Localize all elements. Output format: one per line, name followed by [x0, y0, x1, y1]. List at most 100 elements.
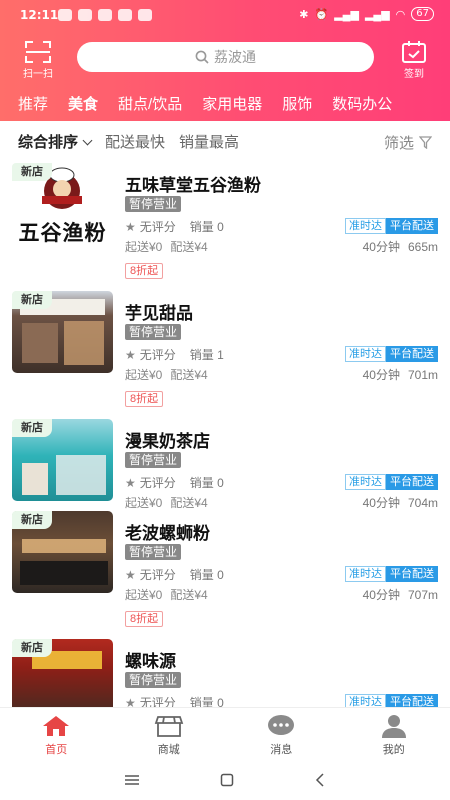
store-list: 五谷渔粉 新店 五味草堂五谷渔粉 暂停营业 ★ 无评分 销量 0 准时达 平台配送 起…	[0, 161, 450, 707]
store-name: 漫果奶茶店	[125, 432, 210, 451]
bottom-nav: 首页 商城 消息 我的	[0, 707, 450, 759]
store-item[interactable]: 新店 螺味源 暂停营业 ★ 无评分 销量 0 准时达 平台配送	[0, 639, 450, 707]
delivery-info: 起送¥0 配送¥4	[125, 586, 208, 603]
nav-profile[interactable]: 我的	[338, 708, 450, 759]
scan-icon	[25, 41, 51, 63]
nav-home[interactable]: 首页	[0, 708, 113, 759]
rating-text: 无评分	[139, 696, 176, 707]
nav-profile-label: 我的	[382, 744, 405, 756]
notification-icons	[58, 9, 152, 21]
app-notif-icon	[138, 9, 152, 21]
tab-food[interactable]: 美食	[58, 93, 108, 114]
rating-text: 无评分	[139, 568, 176, 582]
sales-count: 销量 0	[189, 476, 224, 490]
app-notif-icon	[118, 9, 132, 21]
sort-default[interactable]: 综合排序	[18, 131, 93, 152]
star-icon: ★	[125, 348, 136, 362]
sort-default-label: 综合排序	[18, 133, 79, 151]
min-order: 起送¥0	[125, 240, 163, 254]
store-rating: ★ 无评分 销量 0	[125, 694, 224, 707]
delivery-badges: 准时达 平台配送	[345, 346, 438, 362]
ontime-badge: 准时达	[345, 694, 386, 707]
eta-info: 40分钟 701m	[363, 366, 438, 383]
ontime-badge: 准时达	[345, 346, 386, 362]
store-item[interactable]: 新店 漫果奶茶店 暂停营业 ★ 无评分 销量 0 准时达 平台配送 起送¥0 配送¥4 …	[0, 419, 450, 511]
nav-home-label: 首页	[45, 744, 68, 756]
eta-info: 40分钟 704m	[363, 494, 438, 511]
tab-clothing[interactable]: 服饰	[272, 93, 322, 114]
new-store-tag: 新店	[12, 163, 52, 181]
store-icon	[154, 716, 183, 737]
filter-button[interactable]: 筛选	[384, 132, 432, 153]
sales-count: 销量 0	[189, 696, 224, 707]
min-order: 起送¥0	[125, 496, 163, 510]
funnel-icon	[419, 136, 432, 149]
tab-digital[interactable]: 数码办公	[322, 93, 402, 114]
status-badge: 暂停营业	[125, 452, 182, 468]
app-notif-icon	[98, 9, 112, 21]
eta-info: 40分钟 665m	[363, 238, 438, 255]
delivery-badges: 准时达 平台配送	[345, 694, 438, 707]
star-icon: ★	[125, 476, 136, 490]
platform-badge: 平台配送	[386, 474, 438, 490]
discount-tag: 8折起	[125, 263, 164, 279]
platform-badge: 平台配送	[386, 694, 438, 707]
battery-icon: 67	[411, 7, 434, 21]
store-rating: ★ 无评分 销量 0	[125, 474, 224, 491]
home-square-icon[interactable]	[220, 773, 234, 787]
discount-tag: 8折起	[125, 611, 164, 627]
store-item[interactable]: 五谷渔粉 新店 五味草堂五谷渔粉 暂停营业 ★ 无评分 销量 0 准时达 平台配送 起…	[0, 163, 450, 281]
delivery-info: 起送¥0 配送¥4	[125, 366, 208, 383]
distance: 665m	[407, 240, 438, 254]
ontime-badge: 准时达	[345, 566, 386, 582]
store-name: 五味草堂五谷渔粉	[125, 176, 261, 195]
filter-label: 筛选	[383, 135, 414, 152]
distance: 701m	[407, 368, 438, 382]
status-badge: 暂停营业	[125, 672, 182, 688]
sort-sales[interactable]: 销量最高	[179, 131, 239, 152]
nav-mall[interactable]: 商城	[113, 708, 226, 759]
new-store-tag: 新店	[12, 511, 52, 529]
status-time: 12:11	[20, 8, 59, 22]
alarm-icon: ⏰	[314, 8, 329, 21]
min-order: 起送¥0	[125, 588, 163, 602]
status-badge: 暂停营业	[125, 324, 182, 340]
home-icon	[43, 716, 70, 736]
app-notif-icon	[78, 9, 92, 21]
bluetooth-icon: ✱	[299, 8, 309, 21]
delivery-badges: 准时达 平台配送	[345, 218, 438, 234]
signin-label: 签到	[404, 69, 424, 80]
delivery-time: 40分钟	[362, 368, 400, 382]
signin-button[interactable]: 签到	[394, 40, 434, 80]
tab-recommend[interactable]: 推荐	[0, 93, 58, 114]
tab-desserts[interactable]: 甜点/饮品	[108, 93, 192, 114]
tab-appliances[interactable]: 家用电器	[192, 93, 272, 114]
min-order: 起送¥0	[125, 368, 163, 382]
scan-button[interactable]: 扫一扫	[18, 40, 58, 80]
search-input[interactable]: 荔波通	[77, 42, 374, 72]
platform-badge: 平台配送	[386, 218, 438, 234]
menu-icon[interactable]	[124, 774, 140, 786]
store-name: 芋见甜品	[125, 304, 193, 323]
rating-text: 无评分	[139, 348, 176, 362]
back-icon[interactable]	[314, 772, 326, 787]
store-logo-text: 五谷渔粉	[18, 220, 107, 245]
status-bar: 12:11 ✱ ⏰ ▂▄▆ ▂▄▆ ◠ 67	[0, 0, 450, 30]
delivery-fee: 配送¥4	[170, 368, 208, 382]
sort-bar: 综合排序 配送最快 销量最高 筛选	[0, 121, 450, 161]
sort-fastest[interactable]: 配送最快	[105, 131, 165, 152]
delivery-info: 起送¥0 配送¥4	[125, 494, 208, 511]
store-item[interactable]: 新店 芋见甜品 暂停营业 ★ 无评分 销量 1 准时达 平台配送 起送¥0 配送¥4 4…	[0, 291, 450, 409]
category-tabs: 推荐 美食 甜点/饮品 家用电器 服饰 数码办公	[0, 88, 450, 118]
rating-text: 无评分	[139, 220, 176, 234]
sales-count: 销量 0	[189, 568, 224, 582]
nav-messages[interactable]: 消息	[225, 708, 338, 759]
delivery-badges: 准时达 平台配送	[345, 566, 438, 582]
system-icons: ✱ ⏰ ▂▄▆ ▂▄▆ ◠ 67	[299, 7, 434, 21]
delivery-fee: 配送¥4	[170, 240, 208, 254]
delivery-fee: 配送¥4	[170, 496, 208, 510]
store-item[interactable]: 新店 老波螺蛳粉 暂停营业 ★ 无评分 销量 0 准时达 平台配送 起送¥0 配送¥4 …	[0, 511, 450, 629]
platform-badge: 平台配送	[386, 566, 438, 582]
delivery-fee: 配送¥4	[170, 588, 208, 602]
star-icon: ★	[125, 696, 136, 707]
